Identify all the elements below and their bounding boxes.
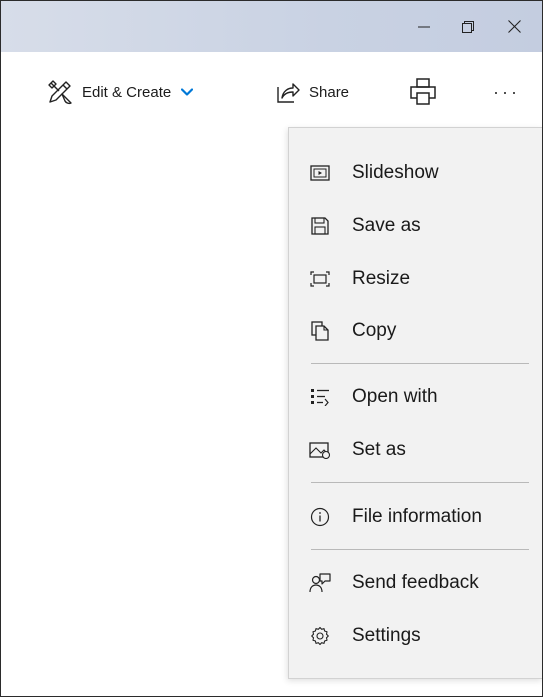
menu-item-open-with[interactable]: Open with	[289, 370, 542, 424]
menu-item-label: File information	[352, 506, 482, 527]
photos-app-window: Edit & Create Share ··· Slideshow Save a…	[0, 0, 543, 697]
feedback-icon	[309, 572, 331, 594]
share-button[interactable]: Share	[275, 72, 349, 112]
restore-button[interactable]	[445, 1, 491, 52]
menu-item-label: Resize	[352, 268, 411, 289]
edit-create-icon	[46, 78, 74, 106]
resize-icon	[309, 268, 331, 290]
menu-item-file-information[interactable]: File information	[289, 490, 542, 544]
printer-icon	[408, 77, 438, 107]
menu-item-label: Send feedback	[352, 572, 479, 593]
menu-item-label: Save as	[352, 215, 421, 236]
more-icon: ···	[493, 81, 520, 102]
title-bar	[1, 1, 542, 52]
menu-item-save-as[interactable]: Save as	[289, 199, 542, 253]
menu-item-label: Set as	[352, 439, 406, 460]
share-label: Share	[309, 83, 350, 101]
menu-item-label: Slideshow	[352, 162, 439, 183]
minimize-button[interactable]	[401, 1, 447, 52]
save-icon	[309, 215, 331, 237]
menu-item-slideshow[interactable]: Slideshow	[289, 146, 542, 200]
restore-icon	[462, 20, 474, 33]
close-icon	[507, 20, 521, 33]
gear-icon	[309, 625, 331, 647]
menu-item-copy[interactable]: Copy	[289, 304, 542, 358]
open-with-icon	[309, 386, 331, 408]
menu-item-label: Settings	[352, 625, 421, 646]
slideshow-icon	[309, 162, 331, 184]
minimize-icon	[418, 26, 430, 27]
menu-item-set-as[interactable]: Set as	[289, 423, 542, 477]
copy-icon	[309, 320, 331, 342]
chevron-down-icon	[181, 88, 194, 96]
more-options-button[interactable]: ···	[493, 72, 520, 112]
edit-create-button[interactable]: Edit & Create	[46, 72, 194, 112]
close-button[interactable]	[491, 1, 537, 52]
menu-item-label: Copy	[352, 320, 397, 341]
menu-divider	[311, 482, 529, 483]
menu-item-resize[interactable]: Resize	[289, 252, 542, 306]
set-as-icon	[309, 439, 331, 461]
menu-item-label: Open with	[352, 386, 438, 407]
share-icon	[275, 79, 301, 105]
info-icon	[309, 506, 331, 528]
print-button[interactable]	[408, 72, 438, 112]
menu-divider	[311, 363, 529, 364]
more-options-menu: Slideshow Save as Resize Copy Open with …	[288, 127, 542, 679]
menu-item-send-feedback[interactable]: Send feedback	[289, 556, 542, 610]
edit-create-label: Edit & Create	[82, 83, 172, 101]
menu-divider	[311, 549, 529, 550]
menu-item-settings[interactable]: Settings	[289, 609, 542, 663]
